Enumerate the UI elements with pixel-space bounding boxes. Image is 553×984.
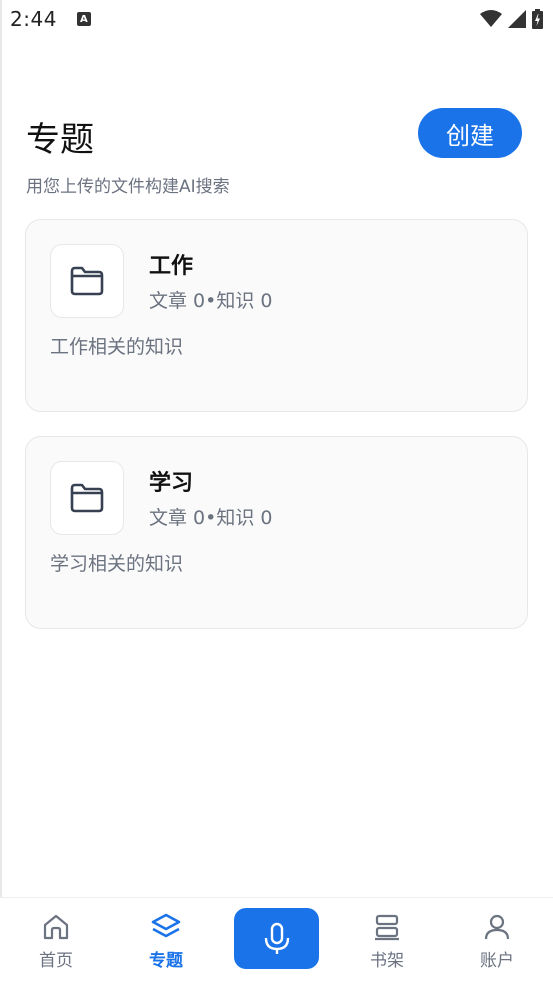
folder-icon-box [50, 244, 124, 318]
folder-icon [70, 483, 104, 513]
topic-card[interactable]: 学习 文章 0•知识 0 学习相关的知识 [25, 436, 528, 629]
battery-icon [532, 9, 543, 29]
folder-icon [70, 266, 104, 296]
topic-card[interactable]: 工作 文章 0•知识 0 工作相关的知识 [25, 219, 528, 412]
page-subtitle: 用您上传的文件构建AI搜索 [26, 177, 230, 197]
notification-icon: A [76, 12, 91, 26]
nav-item-home[interactable]: 首页 [11, 898, 101, 984]
bottom-nav: 首页 专题 书架 账户 [0, 897, 553, 984]
window-edge [0, 0, 2, 984]
app-screen: 2:44 A 专题 创建 用您上传的文件构建AI搜索 工作 文章 0•知识 0 … [0, 0, 553, 984]
user-icon [484, 914, 510, 940]
topic-title: 学习 [149, 471, 194, 496]
microphone-icon [264, 922, 289, 954]
topic-stats: 文章 0•知识 0 [149, 290, 273, 312]
nav-label-topics: 专题 [149, 951, 183, 971]
topic-title: 工作 [149, 254, 194, 279]
nav-label-bookshelf: 书架 [370, 951, 404, 971]
status-icons [480, 9, 543, 29]
page-title: 专题 [26, 120, 94, 160]
nav-item-account[interactable]: 账户 [452, 898, 542, 984]
folder-icon-box [50, 461, 124, 535]
topic-stats: 文章 0•知识 0 [149, 507, 273, 529]
layers-icon [151, 913, 181, 938]
topic-description: 学习相关的知识 [50, 553, 184, 575]
voice-input-button[interactable] [234, 908, 319, 969]
status-time: 2:44 [10, 7, 57, 31]
nav-label-account: 账户 [480, 951, 514, 971]
signal-icon [508, 10, 526, 28]
nav-item-bookshelf[interactable]: 书架 [342, 898, 432, 984]
nav-label-home: 首页 [39, 951, 73, 971]
status-bar: 2:44 A [0, 0, 553, 38]
home-icon [43, 914, 69, 940]
topic-description: 工作相关的知识 [50, 336, 184, 358]
nav-item-topics[interactable]: 专题 [121, 898, 211, 984]
create-button[interactable]: 创建 [418, 108, 522, 158]
wifi-icon [480, 10, 502, 27]
bookshelf-icon [375, 914, 399, 941]
